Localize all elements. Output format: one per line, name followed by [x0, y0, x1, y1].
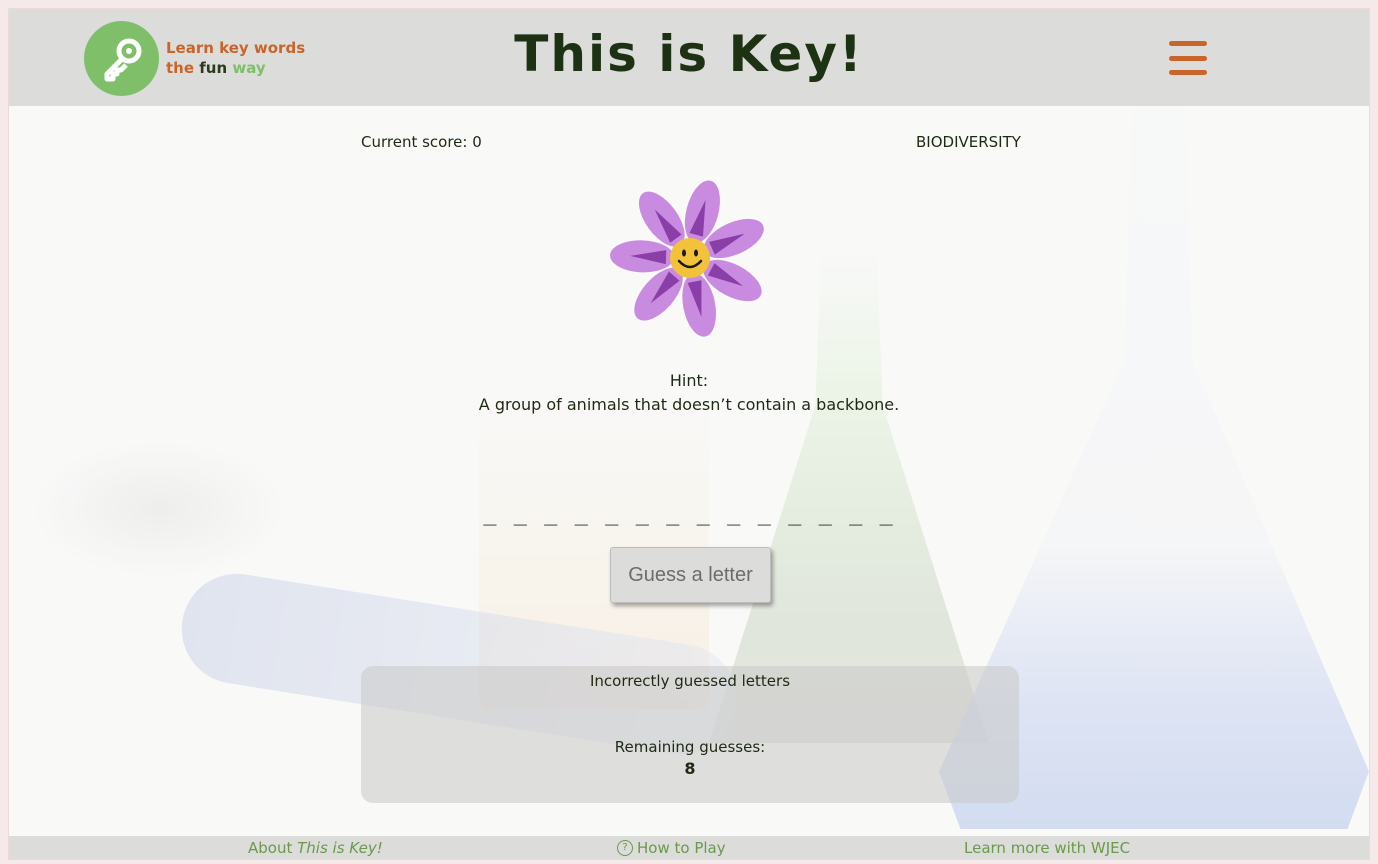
remaining-guesses-count: 8 — [684, 759, 696, 778]
incorrect-letters-label: Incorrectly guessed letters — [589, 672, 791, 690]
word-blanks: _ _ _ _ _ _ _ _ _ _ _ _ _ _ — [483, 501, 895, 526]
menu-bar — [1169, 55, 1207, 61]
how-to-play-label: How to Play — [637, 839, 726, 857]
about-link-prefix: About — [248, 839, 298, 857]
about-link[interactable]: About This is Key! — [248, 839, 383, 857]
current-score: Current score: 0 — [361, 133, 482, 151]
site-header: Learn key words the fun way This is Key! — [9, 9, 1369, 106]
guess-letter-button[interactable]: Guess a letter — [610, 547, 771, 603]
menu-bar — [1169, 70, 1207, 75]
hamburger-menu-button[interactable] — [1169, 41, 1207, 75]
app-frame: Learn key words the fun way This is Key!… — [8, 8, 1370, 860]
game-area: Current score: 0 BIODIVERSITY Hint: A gr… — [9, 106, 1369, 836]
question-circle-icon: ? — [617, 840, 633, 856]
remaining-guesses-label: Remaining guesses: — [614, 738, 766, 756]
site-footer: About This is Key! ? How to Play Learn m… — [9, 836, 1369, 859]
hint-text: A group of animals that doesn’t contain … — [478, 395, 900, 414]
site-title: This is Key! — [514, 25, 864, 83]
learn-more-wjec-link[interactable]: Learn more with WJEC — [964, 839, 1130, 857]
smiling-flower-icon — [610, 180, 764, 337]
menu-bar — [1169, 41, 1207, 46]
about-link-title: This is Key! — [297, 839, 383, 857]
guesses-panel: Incorrectly guessed letters Remaining gu… — [361, 666, 1019, 803]
topic-label: BIODIVERSITY — [916, 133, 1021, 151]
hint-label: Hint: — [669, 371, 709, 390]
how-to-play-link[interactable]: ? How to Play — [617, 839, 726, 857]
